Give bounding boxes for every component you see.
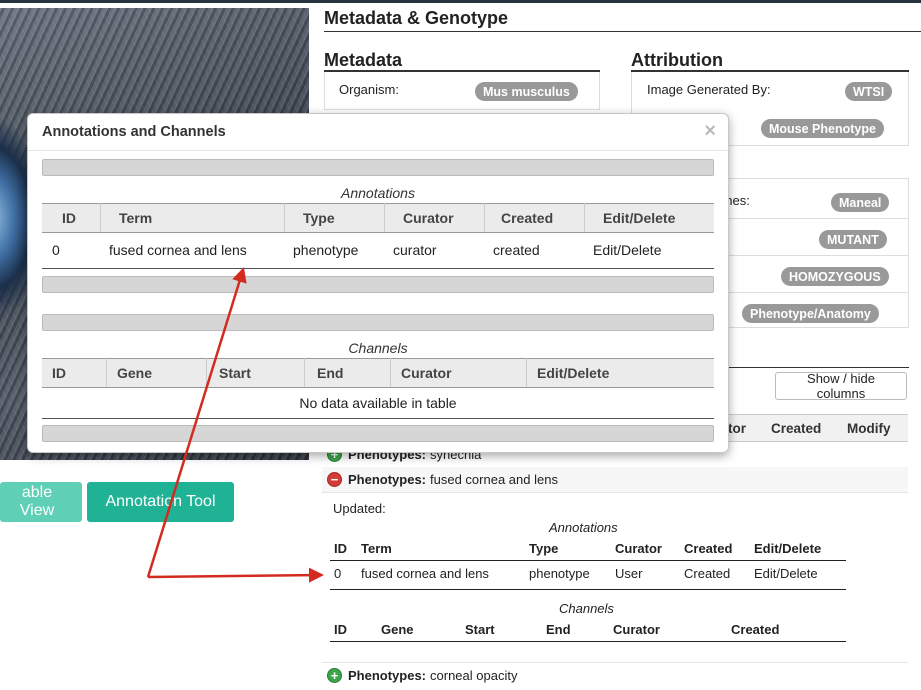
phenotype-label: Phenotypes: (348, 668, 427, 683)
cell-created: Created (684, 566, 731, 581)
annotations-caption: Annotations (549, 520, 618, 535)
col-created: Created (731, 622, 780, 637)
divider (330, 641, 846, 642)
col-start: Start (465, 622, 495, 637)
col-edit-delete: Edit/Delete (754, 541, 822, 556)
col-edit-delete[interactable]: Edit/Delete (584, 203, 714, 232)
phenotype-row-corneal-opacity[interactable]: + Phenotypes: corneal opacity (322, 662, 908, 688)
table-view-button[interactable]: able View (0, 482, 82, 522)
channels-detail-table: ID Gene Start End Curator Created (330, 622, 846, 644)
divider (330, 589, 846, 590)
cell-edit-delete[interactable]: Edit/Delete (593, 233, 661, 267)
metadata-genotype-title: Metadata & Genotype (324, 8, 509, 28)
annotation-type-badge: Phenotype/Anatomy (742, 304, 879, 323)
arrow-to-detail-row (147, 567, 324, 583)
generated-by-badge: WTSI (845, 82, 893, 101)
metadata-title: Metadata (324, 50, 403, 70)
cell-term: fused cornea and lens (109, 242, 247, 258)
col-created: Created (684, 541, 733, 556)
cell-type: phenotype (293, 242, 359, 258)
cell-edit-delete[interactable]: Edit/Delete (754, 566, 818, 581)
col-id: ID (334, 541, 347, 556)
annotations-detail-table: ID Term Type Curator Created Edit/Delete… (330, 541, 846, 591)
table-footer-bar (42, 276, 714, 293)
divider (28, 150, 728, 151)
phenotype-name: corneal opacity (430, 668, 518, 683)
col-start[interactable]: Start (206, 358, 304, 387)
annotations-channels-modal: Annotations and Channels × Annotations I… (27, 113, 729, 453)
annotations-table: ID Term Type Curator Created Edit/Delete… (42, 203, 714, 269)
divider (330, 560, 846, 561)
table-toolbar-bar (42, 314, 714, 331)
cell-term: fused cornea and lens (361, 566, 489, 581)
col-created[interactable]: Created (484, 203, 584, 232)
collapse-minus-icon[interactable]: − (327, 472, 342, 487)
col-edit-delete[interactable]: Edit/Delete (526, 358, 714, 387)
col-gene: Gene (381, 622, 414, 637)
column-header-curator[interactable]: tor (728, 414, 746, 442)
cell-type: phenotype (529, 566, 590, 581)
zygosity-badge: HOMOZYGOUS (781, 267, 889, 286)
col-term: Term (361, 541, 392, 556)
organism-label: Organism: (339, 82, 399, 97)
cell-curator: User (615, 566, 643, 581)
col-curator[interactable]: Curator (390, 358, 526, 387)
col-id: ID (334, 622, 347, 637)
cell-created: created (493, 242, 540, 258)
cell-curator: curator (393, 242, 437, 258)
col-id[interactable]: ID (62, 203, 76, 232)
annotation-tool-button[interactable]: Annotation Tool (87, 482, 234, 522)
divider (42, 418, 714, 419)
divider (42, 268, 714, 269)
channels-caption: Channels (348, 340, 408, 356)
col-type[interactable]: Type (284, 203, 384, 232)
top-bar (0, 0, 921, 3)
table-toolbar-bar (42, 159, 714, 176)
annotations-caption: Annotations (341, 185, 415, 201)
divider (324, 31, 921, 32)
organism-badge: Mus musculus (475, 82, 578, 101)
attribution-title: Attribution (631, 50, 723, 70)
empty-table-message: No data available in table (299, 395, 457, 411)
col-term[interactable]: Term (100, 203, 284, 232)
mutant-badge: MUTANT (819, 230, 887, 249)
column-header-created[interactable]: Created (771, 414, 821, 442)
col-type: Type (529, 541, 559, 556)
updated-label: Updated: (333, 501, 386, 516)
col-curator[interactable]: Curator (384, 203, 484, 232)
cell-id: 0 (52, 242, 60, 258)
expand-plus-icon[interactable]: + (327, 668, 342, 683)
show-hide-columns-button[interactable]: Show / hide columns (775, 371, 907, 401)
table-footer-bar (42, 425, 714, 442)
phenotype-label: Phenotypes: (348, 472, 427, 487)
col-end: End (546, 622, 571, 637)
project-badge: Mouse Phenotype (761, 119, 884, 138)
channels-table: ID Gene Start End Curator Edit/Delete No… (42, 358, 714, 420)
col-gene[interactable]: Gene (106, 358, 206, 387)
generated-by-label: Image Generated By: (647, 82, 771, 97)
col-end[interactable]: End (304, 358, 390, 387)
col-curator: Curator (615, 541, 662, 556)
phenotype-row-fused-cornea[interactable]: − Phenotypes: fused cornea and lens (322, 467, 908, 493)
phenotype-name: fused cornea and lens (430, 472, 558, 487)
cell-id: 0 (334, 566, 342, 581)
gene-badge: Maneal (831, 193, 890, 212)
col-id[interactable]: ID (52, 358, 66, 387)
col-curator: Curator (613, 622, 660, 637)
modal-title: Annotations and Channels (42, 124, 226, 140)
close-icon[interactable]: × (704, 120, 716, 143)
column-header-modify[interactable]: Modify (847, 414, 891, 442)
channels-caption: Channels (559, 601, 614, 616)
